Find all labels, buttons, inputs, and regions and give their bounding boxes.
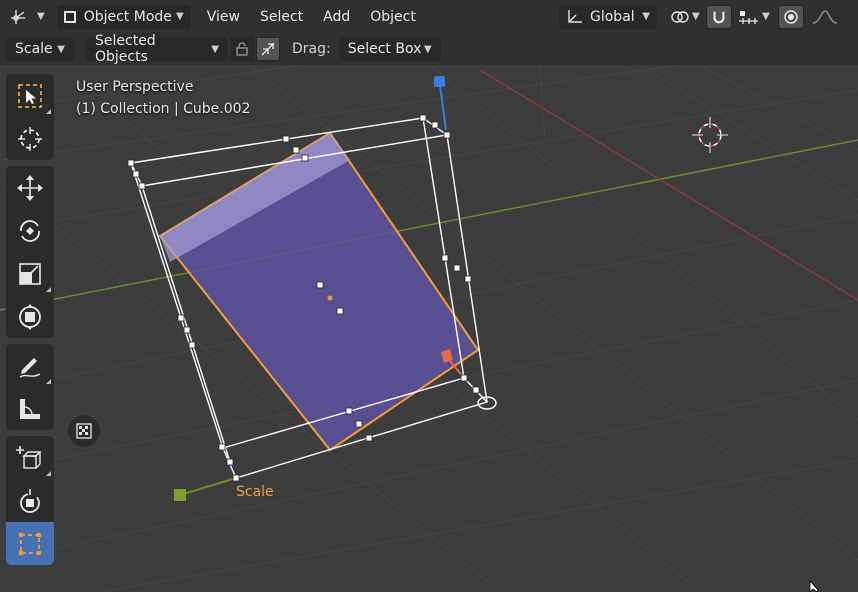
tool-transform[interactable] — [6, 295, 54, 338]
y-scale-handle[interactable] — [174, 489, 186, 501]
chevron-down-icon: ▼ — [57, 43, 65, 55]
viewport-editor-icon — [11, 9, 25, 24]
pivot-label: Selected Objects — [95, 33, 156, 65]
measure-icon — [20, 398, 40, 419]
spin-icon — [20, 488, 40, 513]
snap-increment-icon — [739, 10, 758, 24]
drag-label: Drag: — [292, 41, 331, 57]
transform-label: Scale — [15, 41, 53, 57]
object-origin — [327, 295, 333, 301]
add-cube-icon — [16, 445, 42, 469]
falloff-curve-icon — [812, 9, 838, 24]
pivot-point-icon — [671, 10, 689, 23]
tool-rotate[interactable] — [6, 209, 54, 252]
tool-expand-indicator — [46, 109, 51, 114]
mode-dropdown[interactable]: Object Mode ▼ — [56, 4, 191, 29]
chevron-down-icon: ▼ — [37, 11, 45, 22]
tool-cursor[interactable] — [6, 117, 54, 160]
menu-object[interactable]: Object — [364, 5, 422, 29]
tool-spin[interactable] — [6, 479, 54, 522]
menu-view[interactable]: View — [201, 5, 246, 29]
orientation-icon — [568, 9, 582, 23]
tool-expand-indicator — [46, 379, 51, 384]
drag-value: Select Box — [347, 41, 422, 57]
move-icon — [17, 174, 43, 201]
annotate-icon — [19, 357, 41, 378]
orientation-dropdown[interactable]: Global ▼ — [559, 4, 657, 29]
proportional-falloff-dropdown[interactable] — [806, 5, 844, 29]
menu-add[interactable]: Add — [317, 5, 356, 29]
collection-label: (1) Collection | Cube.002 — [76, 101, 251, 117]
tool-annotate[interactable] — [6, 344, 54, 387]
menu-select[interactable]: Select — [254, 5, 309, 29]
cage-scale-icon — [19, 532, 41, 555]
chevron-down-icon: ▼ — [692, 11, 700, 22]
pivot-point-dropdown[interactable]: ▼ — [664, 5, 706, 29]
cursor-icon — [18, 126, 42, 151]
tool-group-annotate — [6, 344, 54, 430]
tool-select-box[interactable] — [6, 74, 54, 117]
cage-settings-button[interactable] — [68, 415, 100, 447]
object-mode-icon — [63, 10, 76, 23]
chevron-down-icon: ▼ — [762, 11, 770, 22]
gizmo-scale-label: Scale — [236, 484, 274, 500]
snap-toggle[interactable] — [706, 4, 732, 29]
tool-group-add — [6, 436, 54, 565]
rotate-icon — [20, 219, 40, 242]
chevron-down-icon: ▼ — [176, 11, 184, 22]
tool-measure[interactable] — [6, 387, 54, 430]
tool-expand-indicator — [46, 287, 51, 292]
tool-add-cube[interactable] — [6, 436, 54, 479]
tool-shelf — [6, 74, 54, 571]
magnet-icon — [713, 11, 725, 23]
tool-group-transform — [6, 166, 54, 338]
proportional-editing-toggle[interactable] — [778, 4, 804, 29]
transform-dropdown[interactable]: Scale ▼ — [6, 37, 74, 61]
lock-toggle[interactable] — [230, 37, 254, 61]
viewport-info: User Perspective (1) Collection | Cube.0… — [76, 76, 250, 120]
affect-only-toggle[interactable] — [256, 37, 280, 61]
checker-grid-icon — [76, 423, 92, 439]
chevron-down-icon: ▼ — [424, 43, 432, 55]
pivot-dropdown[interactable]: Selected Objects ▼ — [86, 33, 228, 65]
tool-settings-bar: Scale ▼ Selected Objects ▼ Drag: Select … — [0, 33, 858, 65]
viewport-header: ▼ Object Mode ▼ View Select Add Object G… — [0, 0, 858, 33]
3d-cursor-icon[interactable] — [692, 117, 728, 153]
z-scale-handle[interactable] — [434, 76, 445, 87]
tool-expand-indicator — [46, 471, 51, 476]
tool-group-select — [6, 74, 54, 160]
drag-dropdown[interactable]: Select Box ▼ — [338, 37, 441, 61]
snap-target-dropdown[interactable]: ▼ — [732, 5, 776, 29]
chevron-down-icon: ▼ — [642, 11, 650, 22]
perspective-label: User Perspective — [76, 79, 194, 95]
proportional-editing-icon — [784, 9, 798, 24]
lock-icon — [236, 42, 248, 56]
editor-type-button[interactable]: ▼ — [4, 5, 51, 29]
affect-only-icon — [261, 42, 275, 56]
scale-icon — [19, 262, 41, 285]
mouse-pointer-icon — [809, 579, 819, 592]
select-box-icon — [18, 83, 42, 108]
tool-cage-scale[interactable] — [6, 522, 54, 565]
tool-move[interactable] — [6, 166, 54, 209]
mode-label: Object Mode — [83, 8, 172, 25]
transform-icon — [19, 303, 41, 330]
chevron-down-icon: ▼ — [211, 43, 219, 55]
tool-scale[interactable] — [6, 252, 54, 295]
orientation-label: Global — [590, 8, 635, 25]
x-axis-line — [479, 69, 858, 301]
